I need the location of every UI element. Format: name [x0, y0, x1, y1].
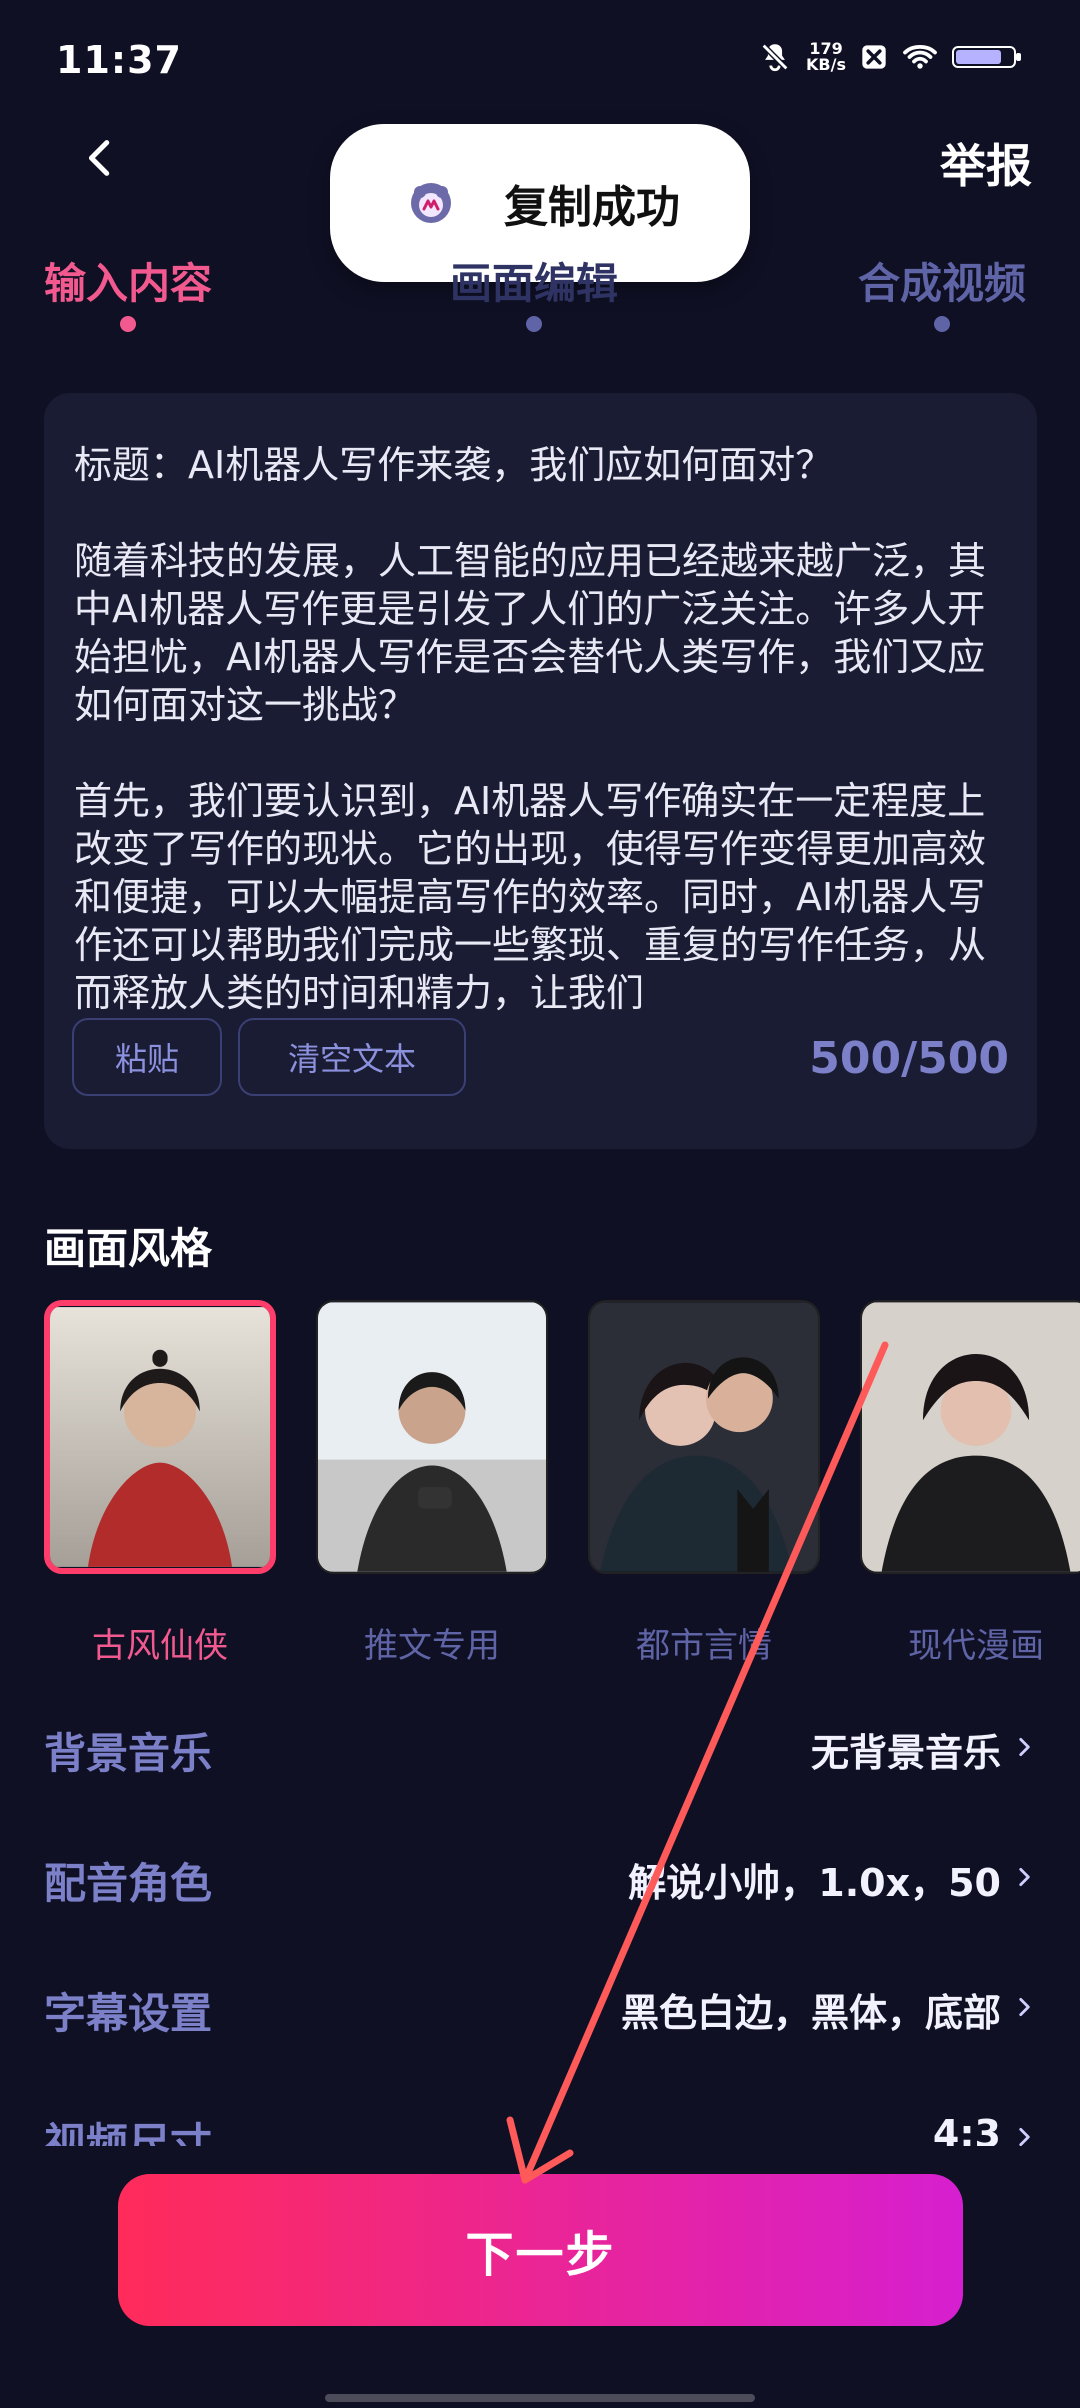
report-button[interactable]: 举报	[940, 130, 1032, 196]
style-thumbnail	[44, 1300, 276, 1574]
step-dot	[934, 316, 950, 332]
setting-key: 背景音乐	[44, 1729, 213, 1778]
step-dot	[120, 316, 136, 332]
chevron-right-icon	[1011, 1864, 1037, 1890]
wifi-icon	[902, 42, 938, 72]
back-button[interactable]	[78, 135, 124, 181]
text-actions: 粘贴 清空文本	[72, 1018, 466, 1096]
status-icons: 179 KB/s	[758, 40, 1022, 74]
step-edit-visual[interactable]: 画面编辑	[450, 250, 619, 332]
step-input-content[interactable]: 输入内容	[44, 250, 213, 332]
text-content[interactable]: 标题：AI机器人写作来袭，我们应如何面对？ 随着科技的发展，人工智能的应用已经越…	[74, 441, 1007, 1021]
visual-style-title: 画面风格	[44, 1224, 213, 1273]
char-counter: 500/500	[809, 1033, 1009, 1084]
chevron-left-icon	[78, 140, 124, 185]
setting-voice-role[interactable]: 配音角色 解说小帅，1.0x，50	[44, 1842, 1037, 1922]
setting-background-music[interactable]: 背景音乐 无背景音乐	[44, 1712, 1037, 1792]
status-bar: 11:37 179 KB/s	[0, 0, 1080, 120]
steps: 输入内容 画面编辑 合成视频	[0, 250, 1080, 340]
clear-text-button[interactable]: 清空文本	[238, 1018, 466, 1096]
setting-key: 字幕设置	[44, 1989, 213, 2038]
step-label: 输入内容	[44, 259, 213, 308]
setting-subtitle[interactable]: 字幕设置 黑色白边，黑体，底部	[44, 1972, 1037, 2052]
toast-icon	[408, 180, 454, 226]
step-label: 画面编辑	[450, 259, 619, 308]
style-label: 都市言情	[636, 1626, 772, 1666]
home-indicator[interactable]	[325, 2394, 755, 2402]
step-compose-video[interactable]: 合成视频	[858, 250, 1027, 332]
data-off-icon	[860, 43, 888, 71]
style-label: 推文专用	[364, 1626, 500, 1666]
setting-value: 黑色白边，黑体，底部	[620, 1991, 1001, 2035]
style-thumbnail	[316, 1300, 548, 1574]
style-thumbnail	[860, 1300, 1080, 1574]
text-input-card: 标题：AI机器人写作来袭，我们应如何面对？ 随着科技的发展，人工智能的应用已经越…	[44, 393, 1037, 1149]
next-step-button[interactable]: 下一步	[118, 2174, 963, 2326]
setting-key: 视频尺寸	[44, 2119, 213, 2146]
style-ancient-xianxia[interactable]: 古风仙侠	[44, 1300, 276, 1667]
status-time: 11:37	[56, 38, 182, 82]
visual-style-list: 古风仙侠 推文专用 都市言情 现代漫画	[44, 1300, 1080, 1680]
setting-value: 4:3	[932, 2112, 1001, 2146]
setting-video-size[interactable]: 视频尺寸 4:3	[44, 2102, 1037, 2146]
style-modern-comic[interactable]: 现代漫画	[860, 1300, 1080, 1667]
step-dot	[526, 316, 542, 332]
setting-key: 配音角色	[44, 1859, 213, 1908]
setting-value: 无背景音乐	[810, 1731, 1001, 1775]
setting-value: 解说小帅，1.0x，50	[628, 1861, 1001, 1905]
chevron-right-icon	[1011, 2124, 1037, 2146]
net-speed: 179 KB/s	[806, 41, 846, 73]
mute-icon	[758, 40, 792, 74]
paste-button[interactable]: 粘贴	[72, 1018, 222, 1096]
style-label: 现代漫画	[908, 1626, 1044, 1666]
battery-icon	[952, 42, 1022, 72]
style-urban-romance[interactable]: 都市言情	[588, 1300, 820, 1667]
style-tuiwen[interactable]: 推文专用	[316, 1300, 548, 1667]
step-label: 合成视频	[858, 259, 1027, 308]
toast-text: 复制成功	[504, 182, 680, 233]
style-label: 古风仙侠	[92, 1626, 228, 1666]
style-thumbnail	[588, 1300, 820, 1574]
chevron-right-icon	[1011, 1994, 1037, 2020]
net-speed-unit: KB/s	[806, 55, 846, 74]
chevron-right-icon	[1011, 1734, 1037, 1760]
